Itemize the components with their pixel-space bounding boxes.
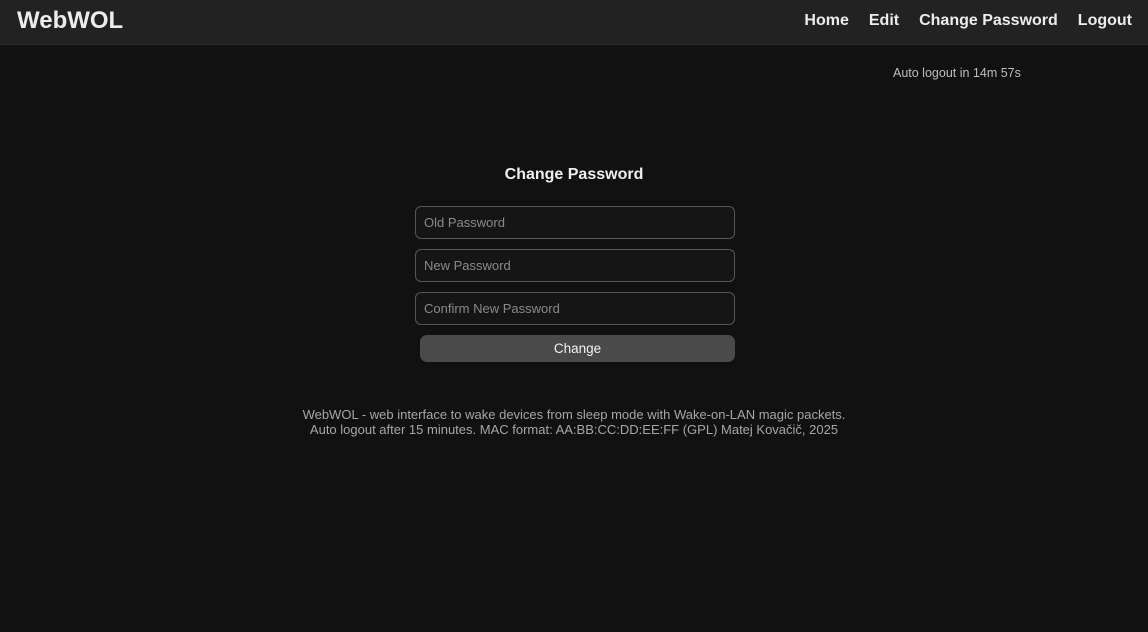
nav-link-home[interactable]: Home — [804, 11, 848, 31]
top-navbar: WebWOL Home Edit Change Password Logout — [0, 0, 1148, 45]
nav-link-change-password[interactable]: Change Password — [919, 11, 1058, 31]
auto-logout-timer: Auto logout in 14m 57s — [893, 66, 1021, 80]
brand-logo-text[interactable]: WebWOL — [17, 7, 123, 35]
confirm-password-field[interactable] — [415, 292, 735, 325]
change-button[interactable]: Change — [420, 335, 735, 362]
footer: WebWOL - web interface to wake devices f… — [0, 407, 1148, 437]
new-password-field[interactable] — [415, 249, 735, 282]
form-title: Change Password — [504, 166, 644, 183]
old-password-field[interactable] — [415, 206, 735, 239]
main-nav: Home Edit Change Password Logout — [804, 11, 1132, 31]
footer-description: WebWOL - web interface to wake devices f… — [302, 407, 846, 422]
footer-credits: Auto logout after 15 minutes. MAC format… — [309, 422, 839, 437]
nav-link-logout[interactable]: Logout — [1078, 11, 1132, 31]
nav-link-edit[interactable]: Edit — [869, 11, 899, 31]
